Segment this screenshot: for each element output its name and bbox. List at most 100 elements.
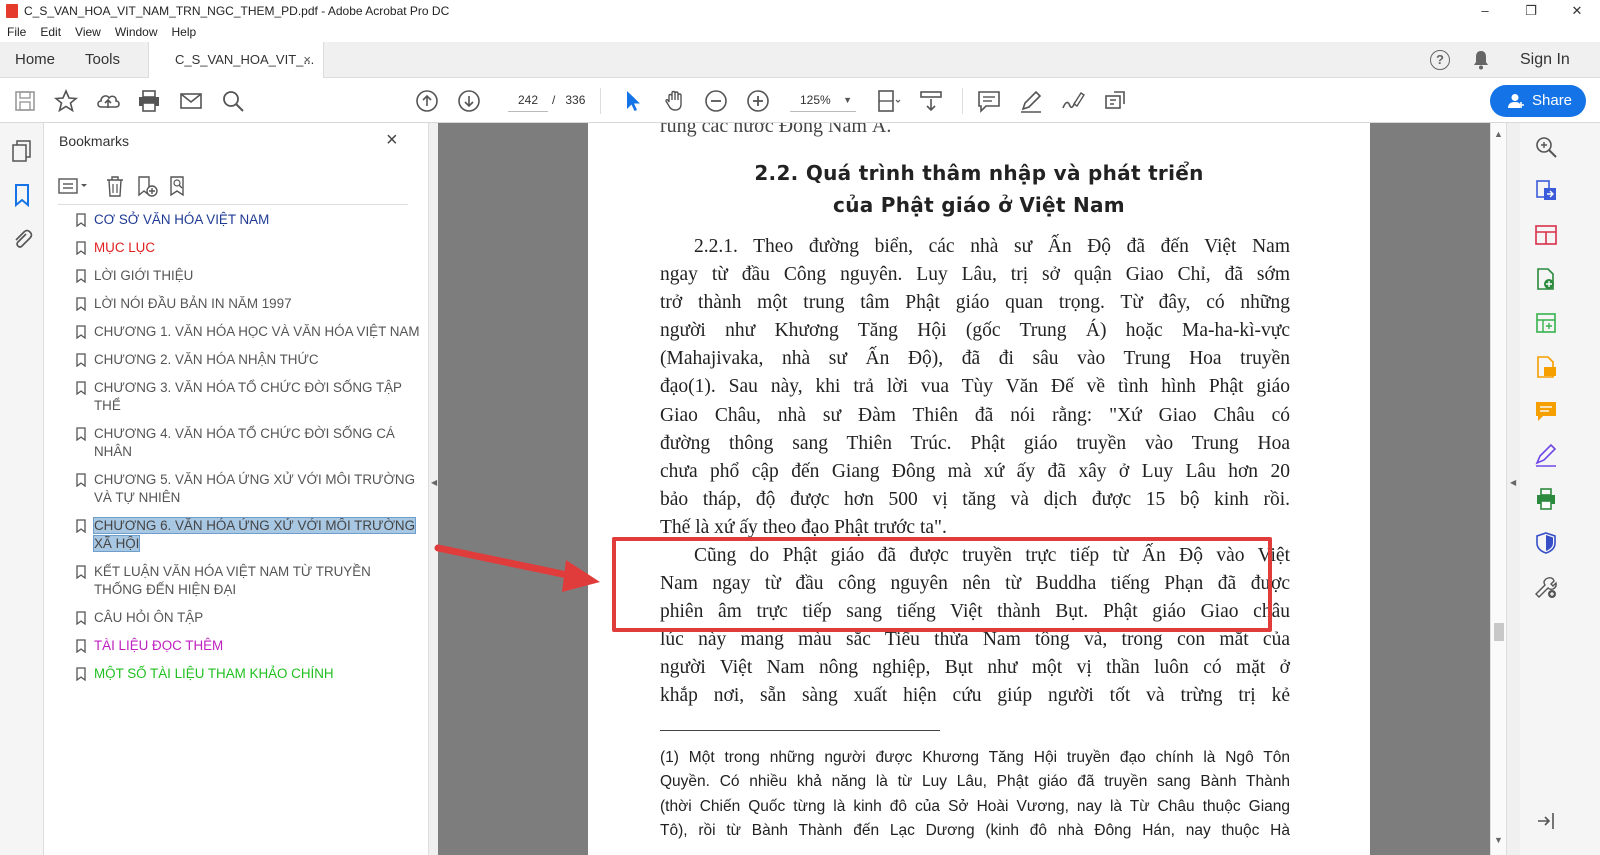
export-pdf-icon[interactable] <box>1534 179 1558 203</box>
right-panel-collapse-handle[interactable]: ◀ <box>1506 123 1520 855</box>
menu-window[interactable]: Window <box>115 25 158 39</box>
bookmark-item[interactable]: CHƯƠNG 2. VĂN HÓA NHẬN THỨC <box>70 351 420 369</box>
hand-tool-icon[interactable] <box>662 88 688 114</box>
print-icon[interactable] <box>136 88 162 114</box>
scrolling-mode-icon[interactable] <box>918 88 944 114</box>
export-document-icon[interactable] <box>1534 355 1558 379</box>
bookmark-icon <box>76 427 86 441</box>
menu-file[interactable]: File <box>7 25 26 39</box>
page-thumbnails-icon[interactable] <box>10 139 34 163</box>
bookmarks-panel-icon[interactable] <box>10 183 34 207</box>
zoom-search-icon[interactable] <box>1534 135 1558 159</box>
window-title: C_S_VAN_HOA_VIT_NAM_TRN_NGC_THEM_PD.pdf … <box>24 4 450 18</box>
bookmark-item[interactable]: TÀI LIỆU ĐỌC THÊM <box>70 637 420 655</box>
bookmark-item[interactable]: CÂU HỎI ÔN TẬP <box>70 609 420 627</box>
scroll-up-icon[interactable]: ▲ <box>1494 129 1503 139</box>
share-button[interactable]: Share <box>1490 85 1586 117</box>
notification-bell-icon[interactable] <box>1472 50 1490 70</box>
bookmark-item[interactable]: LỜI NÓI ĐẦU BẢN IN NĂM 1997 <box>70 295 420 313</box>
close-window-button[interactable]: ✕ <box>1554 0 1600 22</box>
tab-document[interactable]: C_S_VAN_HOA_VIT_... × <box>148 42 324 79</box>
close-panel-icon[interactable]: × <box>386 129 398 152</box>
maximize-button[interactable]: ❐ <box>1508 0 1554 22</box>
comment-icon[interactable] <box>976 88 1002 114</box>
upload-cloud-icon[interactable] <box>95 88 121 114</box>
select-cursor-icon[interactable] <box>620 88 646 114</box>
bookmark-icon <box>76 667 86 681</box>
bookmark-label: CHƯƠNG 6. VĂN HÓA ỨNG XỬ VỚI MÔI TRƯỜNG … <box>92 517 417 552</box>
fill-sign-icon[interactable] <box>1534 443 1558 467</box>
comment-tool-icon[interactable] <box>1534 399 1558 423</box>
scrollbar-thumb[interactable] <box>1494 623 1504 641</box>
collapse-tools-pane-icon[interactable] <box>1534 809 1558 833</box>
bookmark-item[interactable]: CƠ SỞ VĂN HÓA VIỆT NAM <box>70 211 420 229</box>
share-label: Share <box>1532 92 1573 109</box>
text-line: (1) Một trong những người được Khương Tă… <box>660 749 1290 766</box>
delete-bookmark-icon[interactable] <box>104 175 126 197</box>
menu-bar: File Edit View Window Help <box>0 22 1600 42</box>
email-icon[interactable] <box>178 88 204 114</box>
tab-bar: Home Tools C_S_VAN_HOA_VIT_... × ? Sign … <box>0 42 1600 79</box>
sign-icon[interactable] <box>1060 88 1086 114</box>
save-icon[interactable] <box>12 88 38 114</box>
star-icon[interactable] <box>53 88 79 114</box>
highlight-pen-icon[interactable] <box>1018 88 1044 114</box>
find-bookmark-icon[interactable] <box>168 175 190 197</box>
page-number-input[interactable]: 242 <box>508 88 548 112</box>
left-panel-collapse-handle[interactable]: ◀ <box>428 123 438 855</box>
bookmark-icon <box>76 213 86 227</box>
create-pdf-icon[interactable] <box>1534 267 1558 291</box>
sign-in-link[interactable]: Sign In <box>1520 42 1570 78</box>
bookmark-item[interactable]: KẾT LUẬN VĂN HÓA VIỆT NAM TỪ TRUYỀN THỐN… <box>70 563 420 599</box>
bookmark-item[interactable]: LỜI GIỚI THIỆU <box>70 267 420 285</box>
page-separator: / <box>552 93 556 107</box>
text-line: Tô), rồi từ Bành Thành đến Lạc Dương (ki… <box>660 822 1290 840</box>
bookmark-item[interactable]: CHƯƠNG 3. VĂN HÓA TỔ CHỨC ĐỜI SỐNG TẬP T… <box>70 379 420 415</box>
bookmarks-toolbar <box>58 169 408 205</box>
zoom-in-icon[interactable] <box>745 88 771 114</box>
menu-view[interactable]: View <box>75 25 101 39</box>
next-page-icon[interactable] <box>456 88 482 114</box>
tab-tools[interactable]: Tools <box>85 42 120 78</box>
bookmark-icon <box>76 381 86 395</box>
bookmark-item[interactable]: CHƯƠNG 4. VĂN HÓA TỔ CHỨC ĐỜI SỐNG CÁ NH… <box>70 425 420 461</box>
more-tools-icon[interactable] <box>1534 575 1558 599</box>
zoom-out-icon[interactable] <box>703 88 729 114</box>
previous-page-icon[interactable] <box>414 88 440 114</box>
search-icon[interactable] <box>220 88 246 114</box>
section-heading-line-2: của Phật giáo ở Việt Nam <box>833 193 1125 217</box>
bookmark-options-icon[interactable] <box>58 175 90 197</box>
scroll-down-icon[interactable]: ▼ <box>1494 835 1503 845</box>
print-production-icon[interactable] <box>1534 487 1558 511</box>
bookmarks-list: CƠ SỞ VĂN HÓA VIỆT NAM MỤC LỤC LỜI GIỚI TH… <box>70 211 420 693</box>
bookmark-item[interactable]: MỘT SỐ TÀI LIỆU THAM KHẢO CHÍNH <box>70 665 420 683</box>
redact-stamp-icon[interactable] <box>1102 88 1128 114</box>
edit-pdf-icon[interactable] <box>1534 311 1558 335</box>
text-line: người như Khương Tăng Hội (gốc Trung Á) … <box>660 320 1290 342</box>
text-line: người Việt Nam nông nghiệp, Bụt như một … <box>660 657 1290 679</box>
bookmark-item[interactable]: CHƯƠNG 5. VĂN HÓA ỨNG XỬ VỚI MÔI TRƯỜNG … <box>70 471 420 507</box>
vertical-scrollbar[interactable]: ▲ ▼ <box>1490 123 1506 855</box>
close-tab-icon[interactable]: × <box>303 42 311 78</box>
paragraph-1: 2.2.1. Theo đường biển, các nhà sư Ấn Độ… <box>660 233 1290 542</box>
pdf-page: rung các nước Đông Nam Á. 2.2. Quá trình… <box>588 123 1370 855</box>
attachments-paperclip-icon[interactable] <box>10 227 34 251</box>
organize-pages-icon[interactable] <box>1534 223 1558 247</box>
document-viewport[interactable]: rung các nước Đông Nam Á. 2.2. Quá trình… <box>438 123 1490 855</box>
bookmark-icon <box>76 325 86 339</box>
bookmark-item[interactable]: MỤC LỤC <box>70 239 420 257</box>
text-line: Quyền. Có nhiều khả năng là từ Luy Lâu, … <box>660 773 1290 791</box>
bookmark-item[interactable]: CHƯƠNG 1. VĂN HÓA HỌC VÀ VĂN HÓA VIỆT NA… <box>70 323 420 341</box>
menu-edit[interactable]: Edit <box>40 25 61 39</box>
page-fit-icon[interactable] <box>876 88 902 114</box>
new-bookmark-icon[interactable] <box>136 175 158 197</box>
protect-shield-icon[interactable] <box>1534 531 1558 555</box>
text-line: đường thông sang Thiên Trúc. Phật giáo t… <box>660 432 1290 454</box>
zoom-level-select[interactable]: 125% ▼ <box>790 88 856 112</box>
bookmark-item[interactable]: CHƯƠNG 6. VĂN HÓA ỨNG XỬ VỚI MÔI TRƯỜNG … <box>70 517 420 553</box>
tab-home[interactable]: Home <box>15 42 55 78</box>
help-icon[interactable]: ? <box>1430 50 1450 70</box>
minimize-button[interactable]: – <box>1462 0 1508 22</box>
menu-help[interactable]: Help <box>172 25 197 39</box>
bookmark-label: CHƯƠNG 5. VĂN HÓA ỨNG XỬ VỚI MÔI TRƯỜNG … <box>94 472 416 505</box>
